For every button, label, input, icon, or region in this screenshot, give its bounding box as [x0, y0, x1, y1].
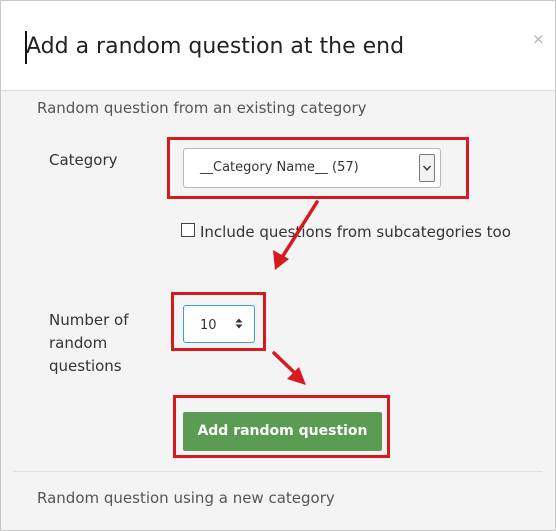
annotation-arrows	[272, 200, 319, 385]
modal-dialog: Add a random question at the end × Rando…	[0, 0, 556, 531]
arrow-icon	[273, 200, 319, 270]
arrow-icon	[272, 351, 306, 385]
